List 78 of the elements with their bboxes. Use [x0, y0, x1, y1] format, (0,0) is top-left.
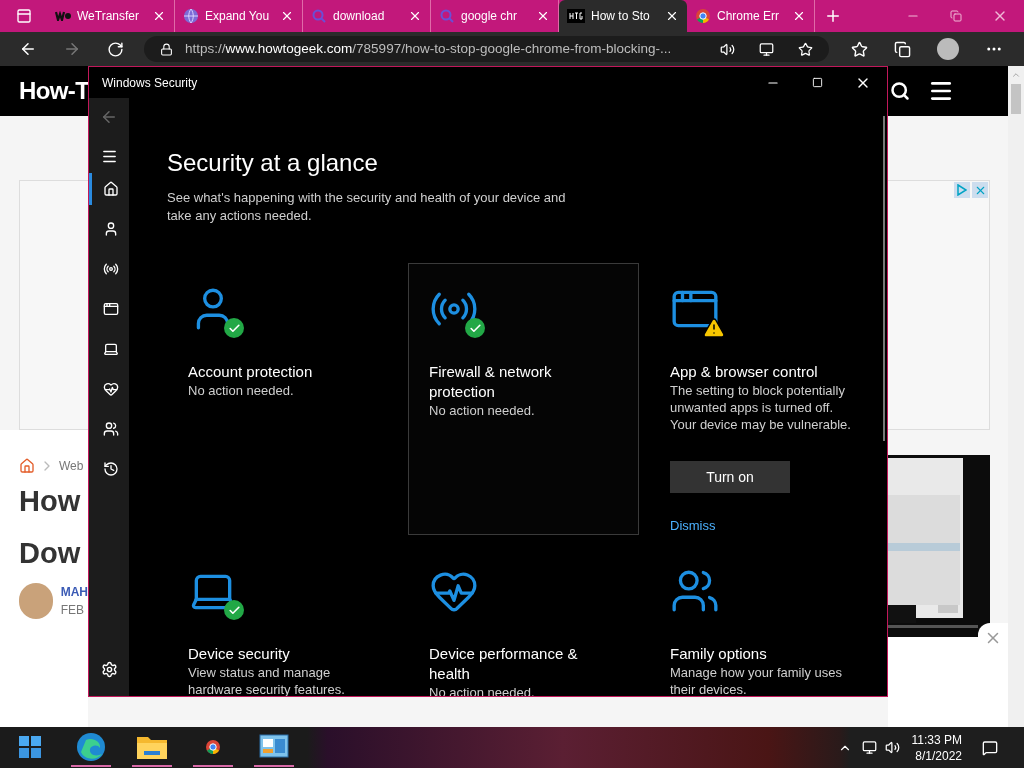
card-status: No action needed. — [188, 382, 295, 399]
tab-title: download — [333, 8, 386, 25]
turn-on-button[interactable]: Turn on — [670, 461, 790, 493]
tab-title: Chrome Err — [717, 8, 780, 25]
author-avatar — [19, 583, 53, 619]
breadcrumb-link[interactable]: Web — [59, 457, 84, 475]
security-card[interactable]: Account protection No action needed. — [167, 263, 398, 535]
clock-date[interactable]: 8/1/2022 — [915, 747, 962, 764]
reader-icon[interactable] — [759, 41, 774, 57]
card-status: No action needed. — [429, 402, 536, 419]
maximize-icon[interactable] — [812, 77, 823, 88]
tab-title: How to Sto — [591, 8, 651, 25]
search-icon — [439, 8, 455, 24]
tab-actions-icon[interactable] — [15, 8, 32, 24]
logo-icon — [567, 9, 585, 23]
read-aloud-icon[interactable] — [720, 41, 735, 57]
card-title: Family options — [670, 644, 768, 664]
clock-time[interactable]: 11:33 PM — [911, 731, 962, 748]
tab-title: WeTransfer — [77, 8, 140, 25]
card-status: View status and manage hardware security features. — [188, 664, 346, 696]
card-title: App & browser control — [670, 362, 819, 382]
laptop-icon — [102, 341, 119, 357]
url-text: https://www.howtogeek.com/785997/how-to-stop-google-chrome-from-blocking-... — [185, 39, 673, 58]
card-title: Firewall & network protection — [429, 362, 553, 402]
card-title: Device security — [188, 644, 291, 664]
security-card[interactable]: App & browser control The setting to block potentially unwanted apps is turned off. Your device may be vulnerable. Turn on Dismiss — [649, 263, 880, 535]
card-status: Manage how your family uses their devices. — [670, 664, 843, 696]
home-icon — [102, 181, 119, 197]
notifications-icon[interactable] — [982, 739, 998, 756]
scrollbar[interactable] — [883, 116, 885, 441]
page-heading: Security at a glance — [167, 149, 379, 177]
search-icon[interactable] — [890, 81, 910, 101]
volume-icon[interactable] — [884, 740, 900, 755]
card-title: Account protection — [188, 362, 314, 382]
chrome-icon — [695, 8, 711, 24]
history-icon — [102, 461, 119, 477]
edge-icon — [76, 731, 106, 762]
windows-logo-icon — [18, 734, 42, 759]
favorite-icon[interactable] — [798, 41, 813, 57]
network-icon[interactable] — [861, 740, 877, 755]
page-description: See what's happening with the security and health of your device and take any actions needed. — [167, 189, 567, 225]
new-tab-icon[interactable] — [824, 7, 842, 25]
favorites-icon[interactable] — [851, 40, 868, 58]
card-status: The setting to block potentially unwanted apps is turned off. Your device may be vulnerable. — [670, 382, 852, 433]
scrollbar-thumb[interactable] — [1011, 84, 1021, 114]
heart-pulse-icon — [102, 381, 119, 397]
headline-text: Dow — [19, 536, 82, 571]
security-card[interactable]: Device security View status and manage hardware security features. — [167, 545, 398, 696]
logo-icon — [55, 11, 71, 21]
close-icon[interactable] — [665, 9, 679, 23]
menu-icon[interactable] — [100, 148, 118, 165]
control-panel-icon — [259, 733, 289, 760]
profile-avatar[interactable] — [937, 38, 959, 60]
browser-tab[interactable]: How to Sto — [559, 0, 687, 32]
card-title: Device performance & health — [429, 644, 579, 684]
scrollbar[interactable] — [1008, 66, 1024, 727]
globe-icon — [183, 8, 199, 24]
dismiss-link[interactable]: Dismiss — [670, 518, 716, 533]
browser-window-icon — [102, 301, 119, 317]
antenna-icon — [102, 261, 119, 277]
people-icon — [102, 421, 119, 437]
home-icon[interactable] — [19, 458, 35, 474]
settings-icon[interactable] — [100, 661, 118, 678]
back-icon[interactable] — [19, 40, 37, 58]
chrome-icon — [205, 738, 221, 755]
search-icon — [311, 8, 327, 24]
security-card[interactable]: Family options Manage how your family uses their devices. — [649, 545, 880, 696]
tab-title: google chr — [461, 8, 519, 25]
lock-icon — [160, 42, 173, 56]
window-title: Windows Security — [102, 74, 198, 92]
author-name[interactable]: MAH — [60, 583, 88, 601]
collections-icon[interactable] — [894, 40, 911, 58]
tab-title: Expand You — [205, 8, 271, 25]
security-card[interactable]: Firewall & network protection No action needed. — [408, 263, 639, 535]
headline-text: How — [19, 484, 82, 519]
address-bar[interactable]: https://www.howtogeek.com/785997/how-to-stop-google-chrome-from-blocking-... — [144, 36, 829, 62]
post-date: FEB — [60, 602, 85, 619]
refresh-icon[interactable] — [107, 40, 124, 58]
